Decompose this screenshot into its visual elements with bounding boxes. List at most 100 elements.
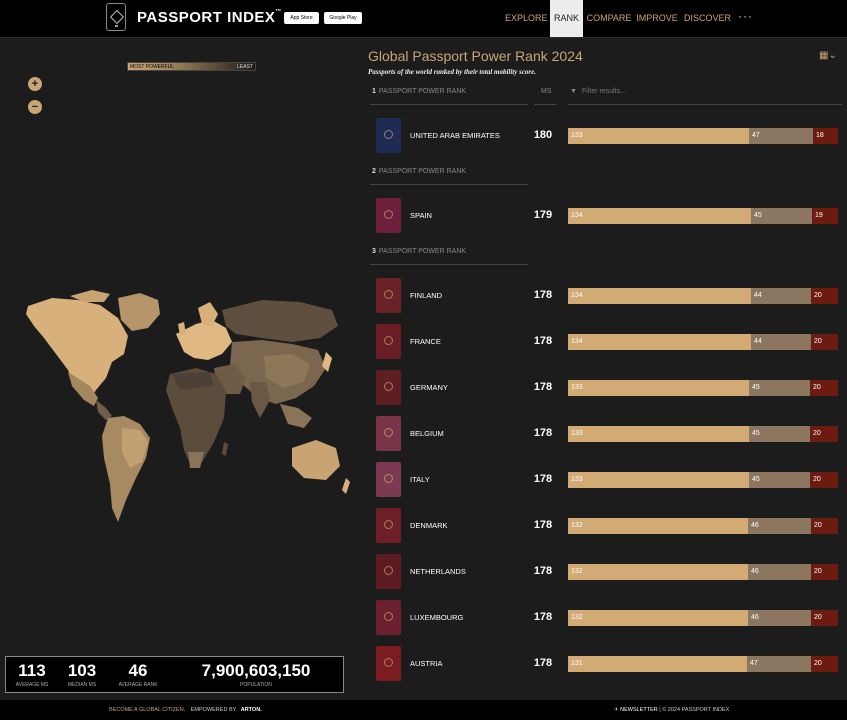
country-name[interactable]: LUXEMBOURG [410,613,463,622]
country-row[interactable]: LUXEMBOURG 178 132 46 20 [360,600,847,636]
filter-header-line [568,104,842,105]
world-map[interactable] [0,38,360,700]
rank-group-header: 2 PASSPORT POWER RANK [372,168,466,175]
passport-cover-icon[interactable] [376,324,401,359]
newsletter-icon[interactable]: ✈ [614,707,619,713]
logo-dot [115,25,118,27]
mobility-bar[interactable]: 132 46 20 [568,518,838,534]
map-central-america [96,400,112,420]
country-name[interactable]: NETHERLANDS [410,567,466,576]
visa-required-segment: 20 [811,564,838,580]
map-australia [292,440,340,480]
passport-index-logo-icon[interactable] [106,3,126,31]
country-row[interactable]: DENMARK 178 132 46 20 [360,508,847,544]
visa-on-arrival-segment: 45 [749,426,810,442]
passport-cover-icon[interactable] [376,462,401,497]
country-row[interactable]: GERMANY 178 133 45 20 [360,370,847,406]
passport-emblem-icon [384,658,393,667]
nav-rank[interactable]: RANK [550,0,583,37]
passport-emblem-icon [384,210,393,219]
visa-on-arrival-segment: 45 [749,380,810,396]
country-name[interactable]: FINLAND [410,291,442,300]
passport-cover-icon[interactable] [376,370,401,405]
arton-link[interactable]: ARTON. [241,707,262,713]
google-play-button[interactable]: Google Play [324,12,362,24]
country-row[interactable]: BELGIUM 178 133 45 20 [360,416,847,452]
country-row[interactable]: FINLAND 178 134 44 20 [360,278,847,314]
app-store-button[interactable]: App Store [284,12,319,24]
mobility-bar[interactable]: 133 47 18 [568,128,838,144]
visa-on-arrival-segment: 45 [749,472,810,488]
passport-cover-icon[interactable] [376,416,401,451]
map-russia [222,300,338,342]
passport-emblem-icon [384,382,393,391]
passport-emblem-icon [384,566,393,575]
mobility-bar[interactable]: 133 45 20 [568,380,838,396]
country-row[interactable]: ITALY 178 133 45 20 [360,462,847,498]
country-name[interactable]: BELGIUM [410,429,444,438]
country-row[interactable]: SPAIN 179 134 45 19 [360,198,847,234]
visa-free-segment: 133 [568,472,749,488]
visa-required-segment: 19 [812,208,838,224]
stat-median-ms: 103 MEDIAN MS [67,661,97,688]
country-name[interactable]: AUSTRIA [410,659,443,668]
passport-cover-icon[interactable] [376,198,401,233]
world-map-panel[interactable]: MOST POWERFUL LEAST + − 113 AVERAGE MS 1… [0,38,360,700]
rank-group-header: 1 PASSPORT POWER RANK [372,88,466,95]
mobility-bar[interactable]: 132 46 20 [568,564,838,580]
country-row[interactable]: NETHERLANDS 178 132 46 20 [360,554,847,590]
visa-required-segment: 20 [810,380,838,396]
filter-input[interactable]: Filter results... [582,88,626,95]
rank-number: 1 [372,88,376,95]
nav-improve[interactable]: IMPROVE [636,0,678,37]
more-menu-icon[interactable]: ··· [738,9,753,23]
map-madagascar [222,442,228,456]
passport-cover-icon[interactable] [376,646,401,681]
country-name[interactable]: DENMARK [410,521,448,530]
mobility-bar[interactable]: 131 47 20 [568,656,838,672]
country-name[interactable]: FRANCE [410,337,441,346]
visa-free-segment: 133 [568,128,749,144]
passport-cover-icon[interactable] [376,118,401,153]
rank-group-divider [370,104,528,105]
mobility-bar[interactable]: 133 45 20 [568,426,838,442]
country-name[interactable]: ITALY [410,475,430,484]
mobility-bar[interactable]: 134 45 19 [568,208,838,224]
passport-emblem-icon [384,290,393,299]
mobility-bar[interactable]: 132 46 20 [568,610,838,626]
mobility-bar[interactable]: 133 45 20 [568,472,838,488]
visa-free-segment: 134 [568,334,751,350]
ms-column-header[interactable]: MS [541,88,552,95]
country-row[interactable]: FRANCE 178 134 44 20 [360,324,847,360]
passport-emblem-icon [384,336,393,345]
mobility-bar[interactable]: 134 44 20 [568,334,838,350]
country-row[interactable]: AUSTRIA 178 131 47 20 [360,646,847,682]
passport-cover-icon[interactable] [376,600,401,635]
passport-cover-icon[interactable] [376,508,401,543]
nav-compare[interactable]: COMPARE [586,0,632,37]
visa-free-segment: 134 [568,208,751,224]
country-name[interactable]: SPAIN [410,211,432,220]
nav-explore[interactable]: EXPLORE [505,0,548,37]
passport-emblem-icon [384,474,393,483]
ms-header-line [534,104,556,105]
mobility-score: 178 [533,565,553,577]
filter-icon[interactable]: ▼ [570,88,577,95]
passport-cover-icon[interactable] [376,278,401,313]
brand-title[interactable]: PASSPORT INDEX™ [137,9,282,26]
mobility-score: 178 [533,657,553,669]
map-south-africa [188,452,204,468]
newsletter-link[interactable]: NEWSLETTER [620,707,658,713]
country-name[interactable]: GERMANY [410,383,448,392]
passport-cover-icon[interactable] [376,554,401,589]
become-global-citizen-link[interactable]: BECOME A GLOBAL CITIZEN. [109,707,185,713]
mobility-score: 178 [533,381,553,393]
nav-discover[interactable]: DISCOVER [684,0,731,37]
mobility-bar[interactable]: 134 44 20 [568,288,838,304]
country-row[interactable]: UNITED ARAB EMIRATES 180 133 47 18 [360,118,847,154]
rank-label: PASSPORT POWER RANK [378,88,467,95]
rank-group-header: 3 PASSPORT POWER RANK [372,248,466,255]
visa-required-segment: 20 [811,518,838,534]
country-name[interactable]: UNITED ARAB EMIRATES [410,131,500,140]
calendar-dropdown-icon[interactable]: ▦⌄ [819,50,837,61]
